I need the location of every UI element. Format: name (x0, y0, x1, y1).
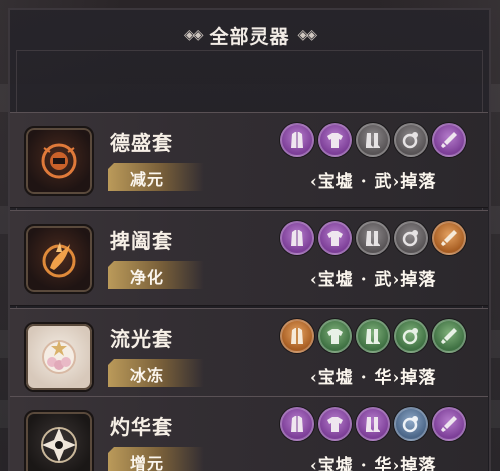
boots-piece-icon[interactable] (356, 319, 390, 353)
drop-source: ‹宝墟 · 华›掉落 (310, 456, 437, 471)
set-pieces (280, 407, 480, 443)
panel-header: ◈◈ 全部灵器 ◈◈ (10, 20, 489, 50)
set-pieces (280, 319, 480, 355)
ring-piece-icon[interactable] (394, 123, 428, 157)
tunic-piece-icon[interactable] (318, 319, 352, 353)
set-effect: 净化 (130, 268, 165, 287)
set-row-liu-guang[interactable]: 流光套 冰冻 ‹宝墟 · 华›掉落 (10, 308, 488, 404)
dagger-piece-icon[interactable] (432, 319, 466, 353)
set-effect: 冰冻 (130, 366, 165, 385)
de-sheng-emblem-icon (24, 126, 94, 196)
set-row-bai-he[interactable]: 捭阖套 净化 ‹宝墟 · 武›掉落 (10, 210, 488, 306)
set-pieces (280, 221, 480, 257)
robe-piece-icon[interactable] (280, 407, 314, 441)
dagger-piece-icon[interactable] (432, 221, 466, 255)
all-spirit-artifacts-panel: ◈◈ 全部灵器 ◈◈ 德盛套 减元 ‹宝墟 · 武›掉落 捭阖套 净化 ‹宝墟 … (8, 8, 491, 471)
liu-guang-emblem-icon (24, 322, 94, 392)
set-row-zhuo-hua[interactable]: 灼华套 增元 ‹宝墟 · 华›掉落 (10, 396, 488, 471)
set-effect: 减元 (130, 170, 165, 189)
set-name: 流光套 (110, 327, 173, 351)
boots-piece-icon[interactable] (356, 123, 390, 157)
dagger-piece-icon[interactable] (432, 407, 466, 441)
drop-source: ‹宝墟 · 武›掉落 (310, 270, 437, 290)
robe-piece-icon[interactable] (280, 319, 314, 353)
title-deco-left-icon: ◈◈ (183, 27, 203, 43)
title-deco-right-icon: ◈◈ (297, 27, 317, 43)
drop-source: ‹宝墟 · 武›掉落 (310, 172, 437, 192)
set-pieces (280, 123, 480, 159)
robe-piece-icon[interactable] (280, 123, 314, 157)
dagger-piece-icon[interactable] (432, 123, 466, 157)
ring-piece-icon[interactable] (394, 319, 428, 353)
set-row-de-sheng[interactable]: 德盛套 减元 ‹宝墟 · 武›掉落 (10, 112, 488, 208)
tunic-piece-icon[interactable] (318, 221, 352, 255)
boots-piece-icon[interactable] (356, 407, 390, 441)
bai-he-emblem-icon (24, 224, 94, 294)
set-name: 捭阖套 (110, 229, 173, 253)
zhuo-hua-emblem-icon (24, 410, 94, 471)
ring-piece-icon[interactable] (394, 221, 428, 255)
set-name: 德盛套 (110, 131, 173, 155)
tunic-piece-icon[interactable] (318, 407, 352, 441)
set-effect: 增元 (130, 454, 165, 471)
ring-piece-icon[interactable] (394, 407, 428, 441)
boots-piece-icon[interactable] (356, 221, 390, 255)
tunic-piece-icon[interactable] (318, 123, 352, 157)
set-name: 灼华套 (110, 415, 173, 439)
robe-piece-icon[interactable] (280, 221, 314, 255)
panel-title: 全部灵器 (209, 25, 290, 48)
drop-source: ‹宝墟 · 华›掉落 (310, 368, 437, 388)
